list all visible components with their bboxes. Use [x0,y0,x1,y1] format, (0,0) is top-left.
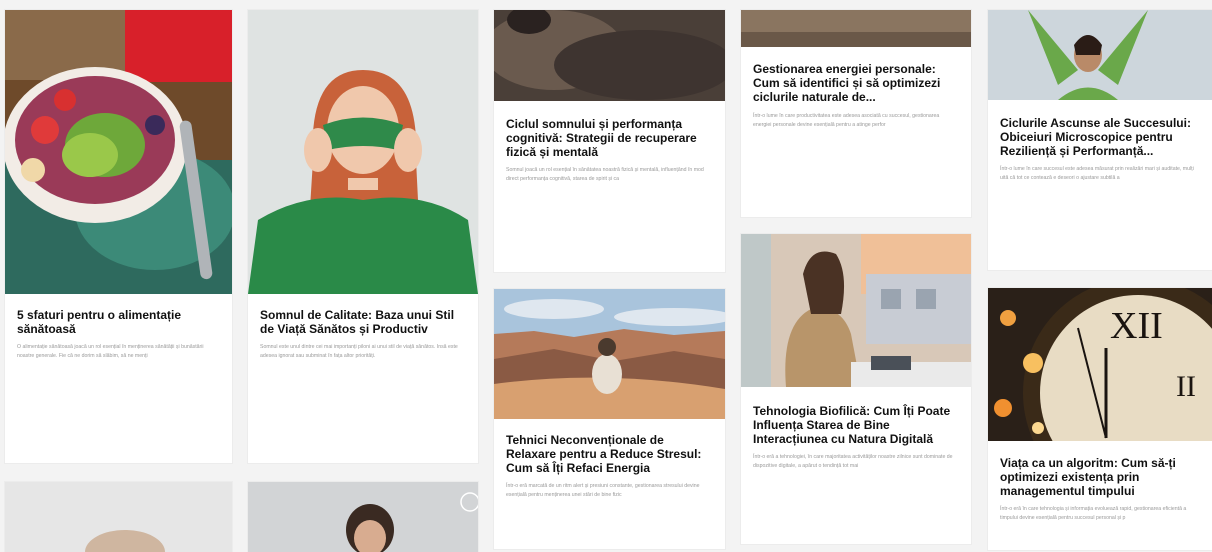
article-card[interactable] [248,482,478,552]
article-image[interactable] [741,234,971,387]
article-excerpt: Într-o lume în care succesul este adesea… [1000,166,1194,181]
article-excerpt: Într-o lume în care productivitatea este… [753,113,940,128]
article-excerpt: Somnul joacă un rol esențial în sănătate… [506,167,704,182]
svg-text:XII: XII [1110,305,1163,347]
article-title[interactable]: Ciclul somnului și performanța cognitivă… [506,117,713,159]
article-card[interactable]: Tehnologia Biofilică: Cum Îți Poate Infl… [741,234,971,544]
article-excerpt: Într-o eră a tehnologiei, în care majori… [753,454,953,469]
article-card[interactable]: Ciclurile Ascunse ale Succesului: Obicei… [988,10,1212,270]
article-title[interactable]: Tehnologia Biofilică: Cum Îți Poate Infl… [753,404,959,446]
article-title[interactable]: Somnul de Calitate: Baza unui Stil de Vi… [260,308,466,336]
article-card[interactable] [5,482,232,552]
article-image[interactable] [494,10,725,101]
article-title[interactable]: 5 sfaturi pentru o alimentație sănătoasă [17,308,220,336]
article-card[interactable]: Gestionarea energiei personale: Cum să i… [741,10,971,217]
article-image[interactable] [248,10,478,294]
article-image[interactable] [248,482,478,552]
article-card[interactable]: Somnul de Calitate: Baza unui Stil de Vi… [248,10,478,463]
article-image[interactable] [741,10,971,47]
article-excerpt: Într-o eră în care tehnologia și informa… [1000,506,1187,521]
article-title[interactable]: Viața ca un algoritm: Cum să-ți optimize… [1000,456,1200,498]
article-excerpt: O alimentație sănătoasă joacă un rol ese… [17,344,204,359]
article-excerpt: Într-o eră marcată de un ritm alert și p… [506,483,700,498]
article-image[interactable] [5,10,232,294]
article-title[interactable]: Ciclurile Ascunse ale Succesului: Obicei… [1000,116,1200,158]
article-image[interactable]: XII II [988,288,1212,441]
article-image[interactable] [494,289,725,419]
article-image[interactable] [988,10,1212,100]
article-card[interactable]: XII II Viața ca un algoritm: Cum să-ți o… [988,288,1212,550]
article-card[interactable]: Ciclul somnului și performanța cognitivă… [494,10,725,272]
svg-text:II: II [1176,370,1196,403]
article-image[interactable] [5,482,232,552]
article-card[interactable]: 5 sfaturi pentru o alimentație sănătoasă… [5,10,232,463]
article-title[interactable]: Tehnici Neconvenționale de Relaxare pent… [506,433,713,475]
article-card[interactable]: Tehnici Neconvenționale de Relaxare pent… [494,289,725,549]
article-excerpt: Somnul este unul dintre cei mai importan… [260,344,458,359]
article-title[interactable]: Gestionarea energiei personale: Cum să i… [753,62,959,104]
